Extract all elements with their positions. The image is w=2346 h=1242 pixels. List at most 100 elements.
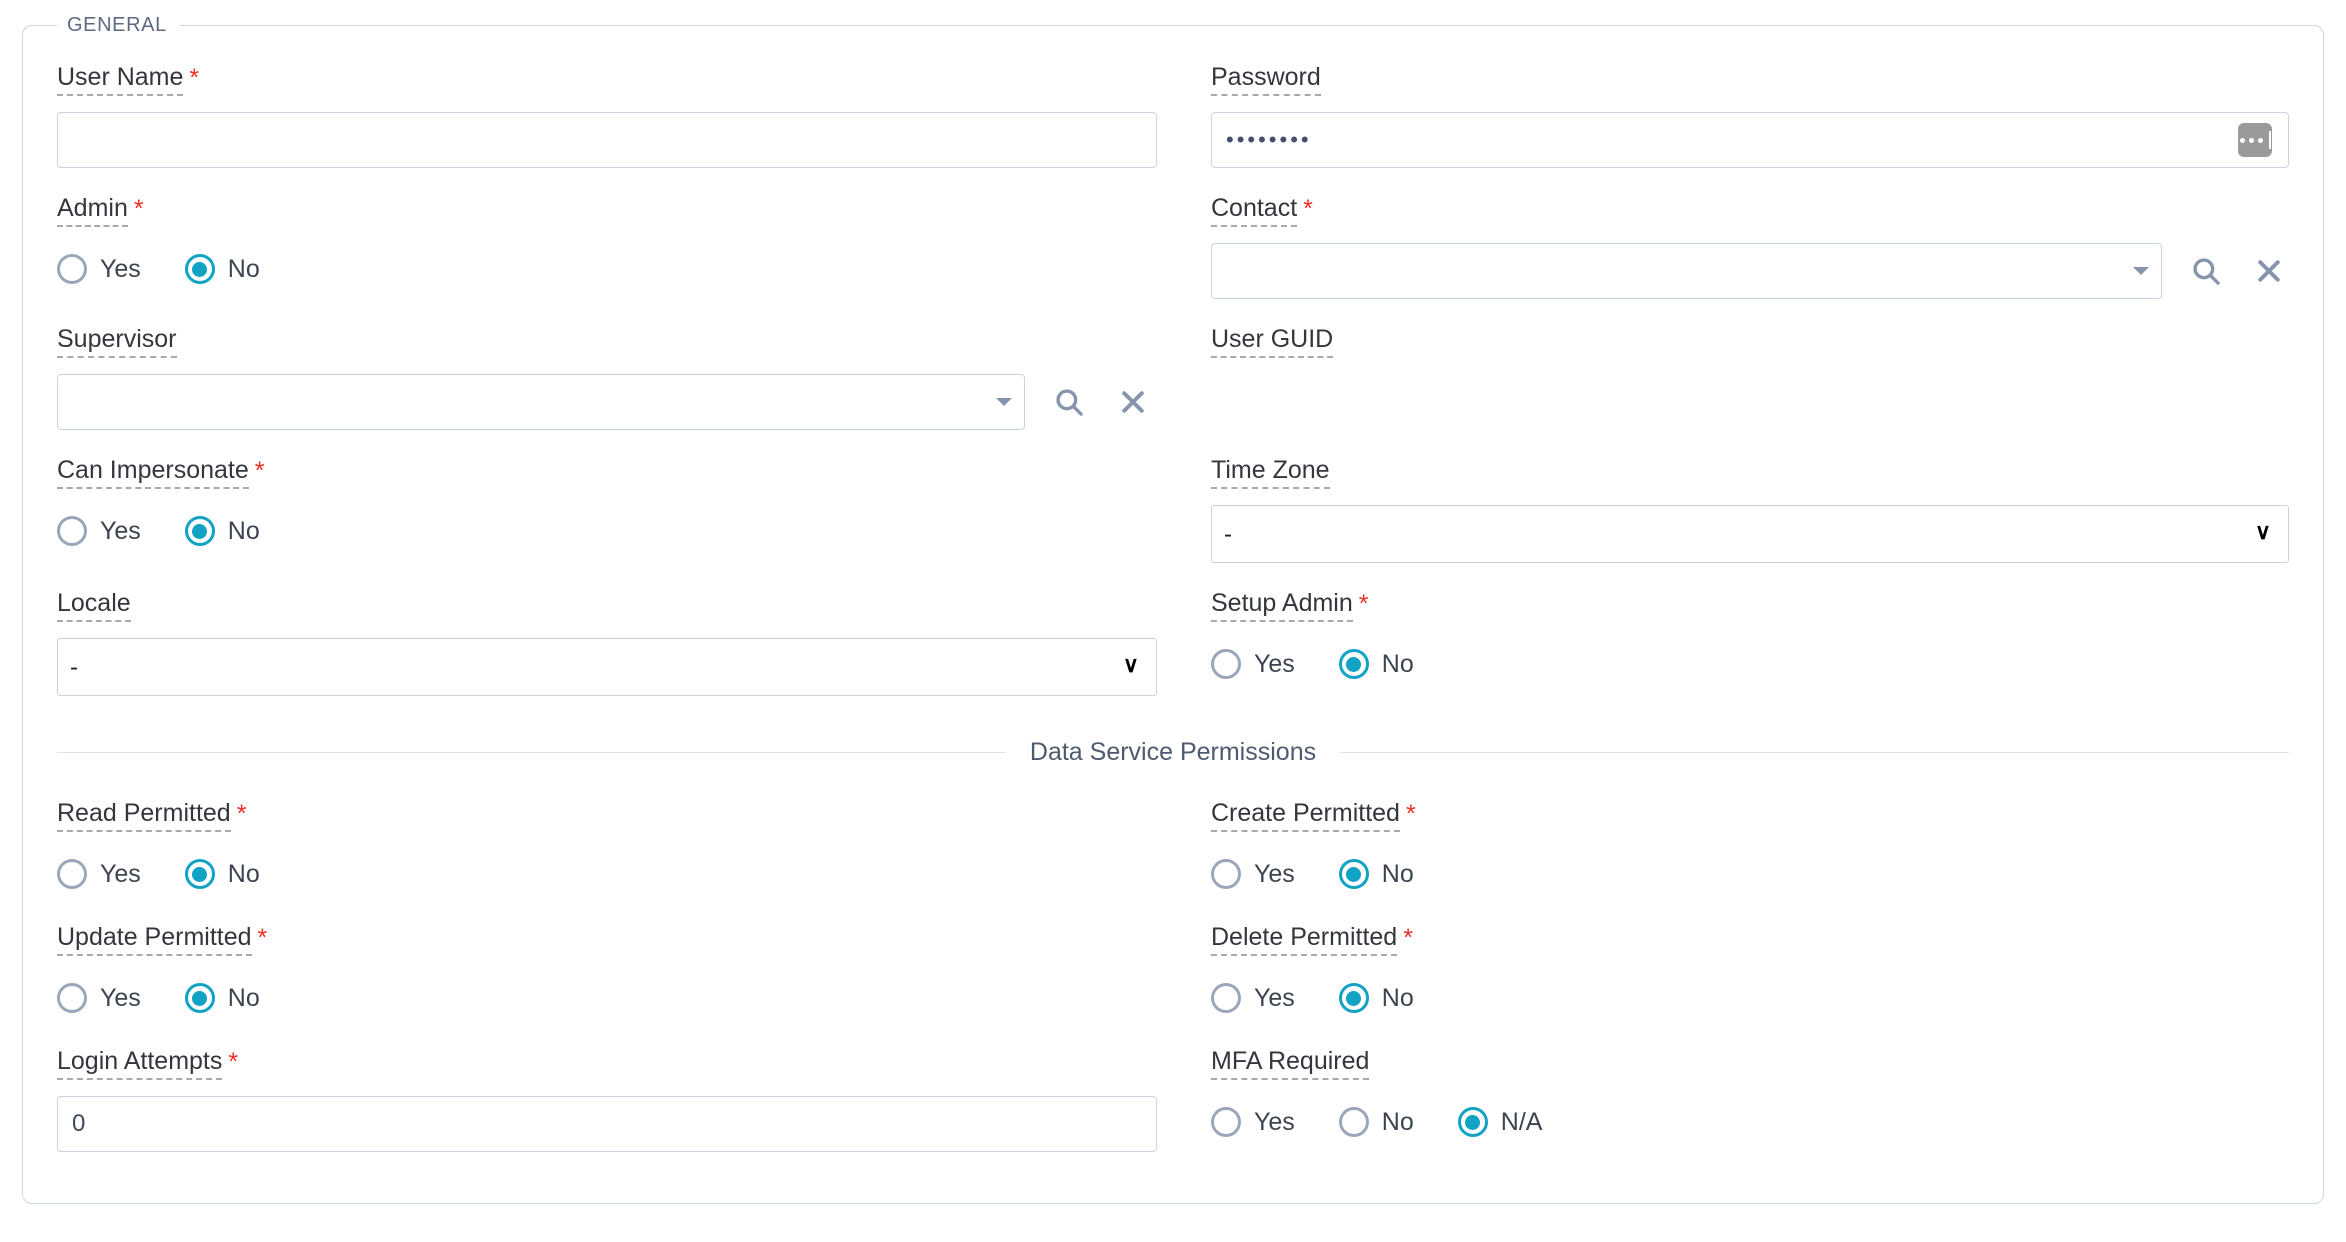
mfa-required-radio-group: Yes No N/A [1211,1099,2289,1145]
user-guid-label: User GUID [1211,325,1334,358]
form-row-read-create-permitted: Read Permitted * Yes No Create Permitted… [57,773,2289,897]
login-attempts-value: 0 [72,1110,86,1137]
login-attempts-label-wrap: Login Attempts * [57,1047,1173,1085]
time-zone-label-wrap: Time Zone [1211,456,2289,494]
create-permitted-radio-yes[interactable]: Yes [1211,859,1295,889]
contact-label: Contact [1211,194,1298,227]
delete-permitted-radio-yes[interactable]: Yes [1211,983,1295,1013]
user-form-page: GENERAL User Name * Password •••••••• Ad… [0,0,2346,1242]
admin-radio-yes[interactable]: Yes [57,254,141,284]
can-impersonate-radio-yes[interactable]: Yes [57,516,141,546]
form-row-user-name-password: User Name * Password •••••••• [57,45,2289,168]
admin-radio-no[interactable]: No [184,254,260,284]
supervisor-label: Supervisor [57,325,177,358]
read-permitted-radio-yes-label: Yes [100,859,141,888]
can-impersonate-radio-no[interactable]: No [184,516,260,546]
contact-lookup [1211,243,2289,299]
field-locale: Locale - ∨ [57,589,1173,696]
mfa-required-radio-no-label: No [1381,1107,1414,1136]
supervisor-combobox[interactable] [57,374,1025,430]
locale-label: Locale [57,589,131,622]
supervisor-search-icon[interactable] [1049,382,1089,422]
create-permitted-radio-yes-label: Yes [1254,859,1295,888]
create-permitted-radio-group: Yes No [1211,851,2289,897]
form-row-impersonate-timezone: Can Impersonate * Yes No Time Zone - ∨ [57,430,2289,563]
password-value: •••••••• [1226,127,1312,152]
form-column-right: Time Zone - ∨ [1173,430,2289,563]
setup-admin-radio-no-label: No [1381,649,1414,678]
user-name-input[interactable] [57,112,1157,168]
read-permitted-radio-yes[interactable]: Yes [57,859,141,889]
form-column-right: MFA Required Yes No N/A [1173,1021,2289,1152]
form-column-right: Setup Admin * Yes No [1173,563,2289,696]
update-permitted-label: Update Permitted [57,923,252,956]
contact-search-icon[interactable] [2186,251,2225,291]
supervisor-clear-icon[interactable] [1113,382,1153,422]
time-zone-select[interactable]: - [1211,505,2289,563]
field-contact: Contact * [1211,194,2289,299]
dot-glyph [2257,137,2263,143]
field-setup-admin: Setup Admin * Yes No [1211,589,2289,687]
field-admin: Admin * Yes No [57,194,1173,292]
setup-admin-label: Setup Admin [1211,589,1353,622]
locale-label-wrap: Locale [57,589,1173,627]
setup-admin-radio-yes[interactable]: Yes [1211,649,1295,679]
required-asterisk: * [257,924,268,952]
contact-combobox[interactable] [1211,243,2163,299]
radio-circle-selected-icon [1457,1107,1488,1137]
field-user-name: User Name * [57,63,1173,168]
contact-clear-icon[interactable] [2250,251,2289,291]
time-zone-select-wrap: - ∨ [1211,505,2289,563]
form-column-left: Read Permitted * Yes No [57,773,1173,897]
radio-circle-selected-icon [184,859,215,889]
locale-select[interactable]: - [57,638,1157,696]
password-input[interactable]: •••••••• [1211,112,2289,168]
password-label-wrap: Password [1211,63,2289,101]
mfa-required-radio-no[interactable]: No [1338,1107,1414,1137]
user-guid-label-wrap: User GUID [1211,325,2289,363]
radio-circle-selected-icon [1338,649,1369,679]
can-impersonate-label: Can Impersonate [57,456,249,489]
form-row-admin-contact: Admin * Yes No Contact * [57,168,2289,299]
setup-admin-radio-no[interactable]: No [1338,649,1414,679]
delete-permitted-radio-yes-label: Yes [1254,983,1295,1012]
admin-radio-group: Yes No [57,246,1173,292]
read-permitted-label: Read Permitted [57,799,231,832]
delete-permitted-radio-no[interactable]: No [1338,983,1414,1013]
create-permitted-radio-no[interactable]: No [1338,859,1414,889]
required-asterisk: * [1358,590,1369,618]
password-options-button[interactable] [2238,123,2272,157]
form-column-left: Can Impersonate * Yes No [57,430,1173,563]
admin-radio-yes-label: Yes [100,254,141,283]
field-delete-permitted: Delete Permitted * Yes No [1211,923,2289,1021]
form-column-left: Login Attempts * 0 [57,1021,1173,1152]
radio-circle-icon [1211,1107,1241,1137]
dot-glyph [2239,137,2245,143]
form-row-login-attempts-mfa: Login Attempts * 0 MFA Required Yes No N… [57,1021,2289,1152]
user-name-label: User Name [57,63,184,96]
login-attempts-input[interactable]: 0 [57,1096,1157,1152]
field-supervisor: Supervisor [57,325,1173,430]
required-asterisk: * [1403,924,1413,952]
admin-radio-no-label: No [227,254,260,283]
form-row-update-delete-permitted: Update Permitted * Yes No Delete Permitt… [57,897,2289,1021]
can-impersonate-label-wrap: Can Impersonate * [57,456,1173,494]
mfa-required-radio-yes[interactable]: Yes [1211,1107,1295,1137]
divider-line-left [57,751,1006,754]
radio-circle-icon [1211,649,1241,679]
radio-circle-icon [57,983,87,1013]
contact-label-wrap: Contact * [1211,194,2289,232]
form-column-left: Locale - ∨ [57,563,1173,696]
form-column-left: User Name * [57,45,1173,168]
field-update-permitted: Update Permitted * Yes No [57,923,1173,1021]
update-permitted-radio-no[interactable]: No [184,983,260,1013]
chevron-down-icon [996,398,1012,406]
mfa-required-label-wrap: MFA Required [1211,1047,2289,1085]
supervisor-lookup [57,374,1173,430]
required-asterisk: * [228,1048,239,1076]
update-permitted-radio-yes[interactable]: Yes [57,983,141,1013]
mfa-required-radio-na[interactable]: N/A [1457,1107,1542,1137]
form-column-right: Contact * [1173,168,2289,299]
time-zone-label: Time Zone [1211,456,1330,489]
read-permitted-radio-no[interactable]: No [184,859,260,889]
